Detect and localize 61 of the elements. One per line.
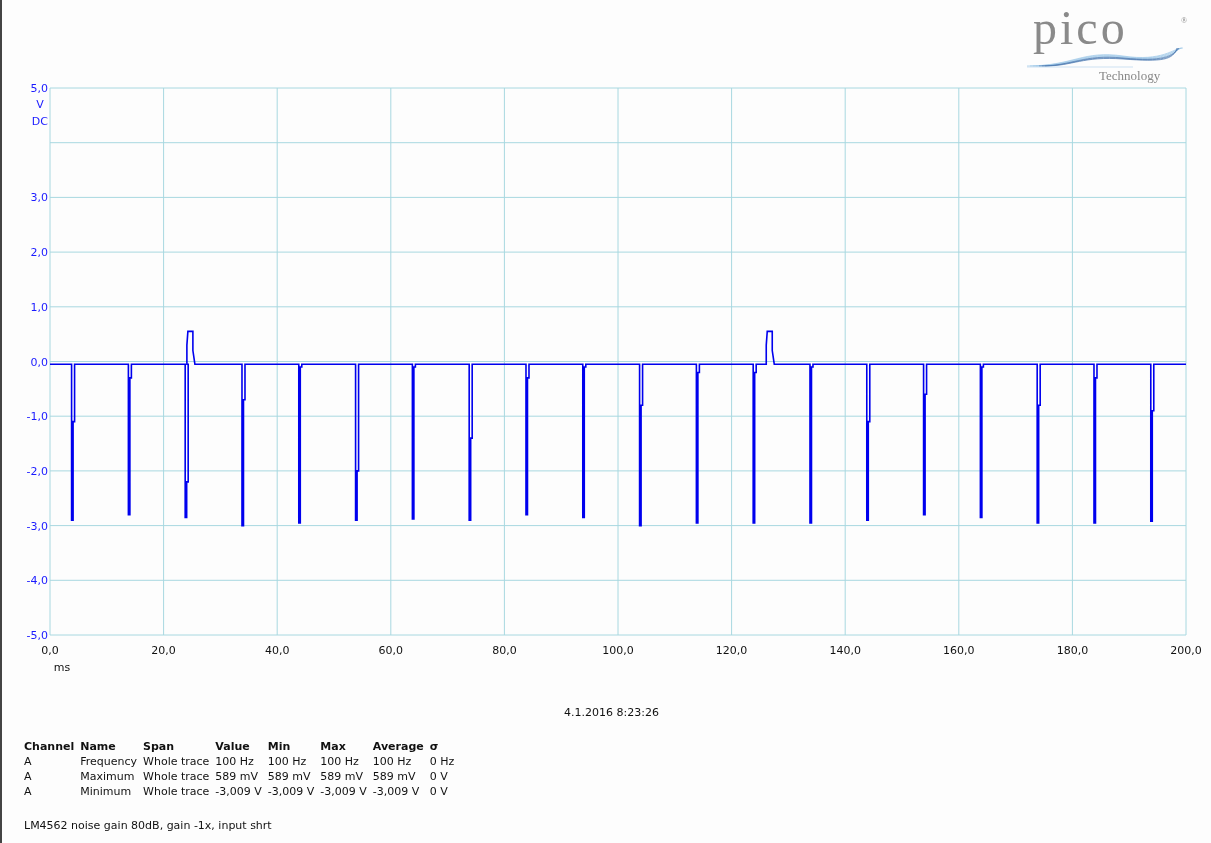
x-axis-unit: ms — [53, 661, 71, 674]
y-axis-label: -4,0 — [26, 574, 48, 588]
table-cell: Maximum — [80, 769, 144, 784]
table-cell-text: 0 V — [429, 769, 449, 784]
table-cell: -3,009 V — [372, 784, 430, 799]
table-cell: 589 mV — [320, 769, 373, 784]
y-axis-label: -1,0 — [26, 410, 48, 424]
table-cell-text: 0 V — [429, 784, 449, 799]
x-axis-label: 120,0 — [715, 644, 748, 657]
x-axis-label: 100,0 — [602, 644, 634, 657]
column-header: Channel — [24, 739, 76, 754]
column-header: Name — [80, 739, 144, 754]
table-cell: -3,009 V — [320, 784, 373, 799]
x-axis-label: 160,0 — [943, 644, 975, 657]
table-cell-text: 100 Hz — [267, 754, 308, 769]
table-cell-text: A — [24, 784, 33, 799]
trace-note: LM4562 noise gain 80dB, gain -1x, input shrt — [24, 819, 272, 832]
timestamp: 4.1.2016 8:23:26 — [564, 706, 659, 719]
table-cell-text: 0 Hz — [429, 754, 456, 769]
table-cell: 589 mV — [372, 769, 430, 784]
x-axis-label: 40,0 — [264, 644, 290, 657]
x-axis-label: 140,0 — [829, 644, 861, 657]
y-axis-label: -2,0 — [26, 464, 48, 478]
table-cell-text: A — [24, 769, 33, 784]
y-axis-label: 0,0 — [30, 355, 48, 369]
y-axis-label: 1,0 — [30, 300, 48, 314]
table-cell: Whole trace — [143, 784, 216, 799]
column-header: σ — [429, 739, 440, 754]
table-cell-text: A — [24, 754, 33, 769]
y-axis-label: 3,0 — [30, 191, 48, 205]
table-cell-text: Whole trace — [143, 754, 211, 769]
x-axis-label: 0,0 — [41, 644, 59, 657]
column-header: Value — [215, 739, 268, 754]
table-cell-text: Whole trace — [143, 769, 211, 784]
y-axis-label: -3,0 — [26, 519, 48, 533]
table-cell: Minimum — [80, 784, 144, 799]
x-axis-label: 60,0 — [378, 644, 404, 657]
x-axis-label: 180,0 — [1056, 644, 1089, 657]
column-header: Average — [372, 739, 430, 754]
column-header: Max — [320, 739, 373, 754]
y-axis-label: 5,0 — [30, 82, 48, 95]
y-axis-unit: V — [36, 98, 44, 111]
table-cell: Frequency — [80, 754, 144, 769]
column-header: Span — [143, 739, 216, 754]
y-axis-label: 2,0 — [30, 246, 48, 260]
registered-mark: ® — [1181, 16, 1188, 25]
x-axis-label: 20,0 — [151, 644, 176, 657]
table-cell: -3,009 V — [215, 784, 268, 799]
table-cell: -3,009 V — [267, 784, 321, 799]
column-header: Min — [267, 739, 292, 754]
logo-subtitle: Technology — [1099, 69, 1161, 82]
x-axis-label: 200,0 — [1170, 644, 1202, 657]
x-axis-label: 80,0 — [492, 644, 517, 657]
y-axis-label: -5,0 — [26, 629, 48, 642]
table-cell: 100 Hz — [320, 754, 373, 769]
table-cell: 589 mV — [215, 769, 268, 784]
table-cell: 100 Hz — [372, 754, 430, 769]
table-cell-text: 589 mV — [267, 769, 312, 784]
table-cell: 100 Hz — [215, 754, 268, 769]
coupling-label: DC — [31, 115, 48, 128]
logo-wordmark: pico — [1033, 4, 1128, 52]
